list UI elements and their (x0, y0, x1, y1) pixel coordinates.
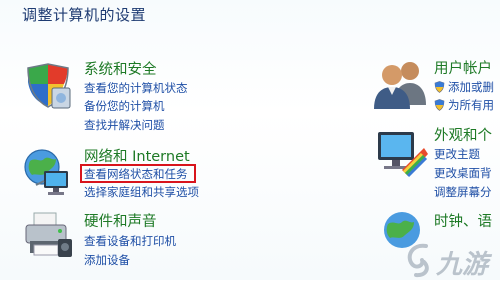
heading-user-accounts[interactable]: 用户帐户 (434, 57, 492, 78)
uac-shield-icon (434, 99, 445, 114)
link-add-remove-accounts[interactable]: 添加或删 (434, 79, 494, 96)
link-backup-computer[interactable]: 备份您的计算机 (84, 98, 165, 114)
link-adjust-resolution[interactable]: 调整屏幕分 (434, 184, 492, 200)
heading-appearance[interactable]: 外观和个 (434, 124, 492, 145)
link-view-computer-status[interactable]: 查看您的计算机状态 (84, 80, 188, 96)
heading-system-security[interactable]: 系统和安全 (84, 58, 157, 79)
printer-icon[interactable] (22, 209, 74, 261)
network-globe-icon[interactable] (22, 147, 74, 199)
link-add-remove-accounts-label: 添加或删 (448, 80, 494, 94)
highlight-box (80, 164, 196, 183)
heading-network-internet[interactable]: 网络和 Internet (84, 145, 190, 166)
heading-hardware-sound[interactable]: 硬件和声音 (84, 210, 157, 231)
watermark-text: 九游 (436, 250, 489, 280)
heading-clock-language[interactable]: 时钟、语 (434, 210, 492, 231)
watermark-logo: 九游 (402, 240, 498, 280)
uac-shield-icon (434, 81, 445, 96)
link-devices-printers[interactable]: 查看设备和打印机 (84, 233, 176, 249)
users-icon[interactable] (370, 55, 426, 109)
link-change-desktop-background[interactable]: 更改桌面背 (434, 165, 492, 181)
monitor-palette-icon[interactable] (372, 126, 428, 178)
link-change-theme[interactable]: 更改主题 (434, 146, 480, 162)
link-parental-controls-label: 为所有用 (448, 98, 494, 112)
link-homegroup-sharing[interactable]: 选择家庭组和共享选项 (84, 184, 199, 200)
page-title: 调整计算机的设置 (22, 6, 147, 24)
link-find-fix-problems[interactable]: 查找并解决问题 (84, 117, 165, 133)
link-parental-controls[interactable]: 为所有用 (434, 97, 494, 114)
link-add-device[interactable]: 添加设备 (84, 252, 130, 268)
shield-icon[interactable] (22, 60, 74, 112)
